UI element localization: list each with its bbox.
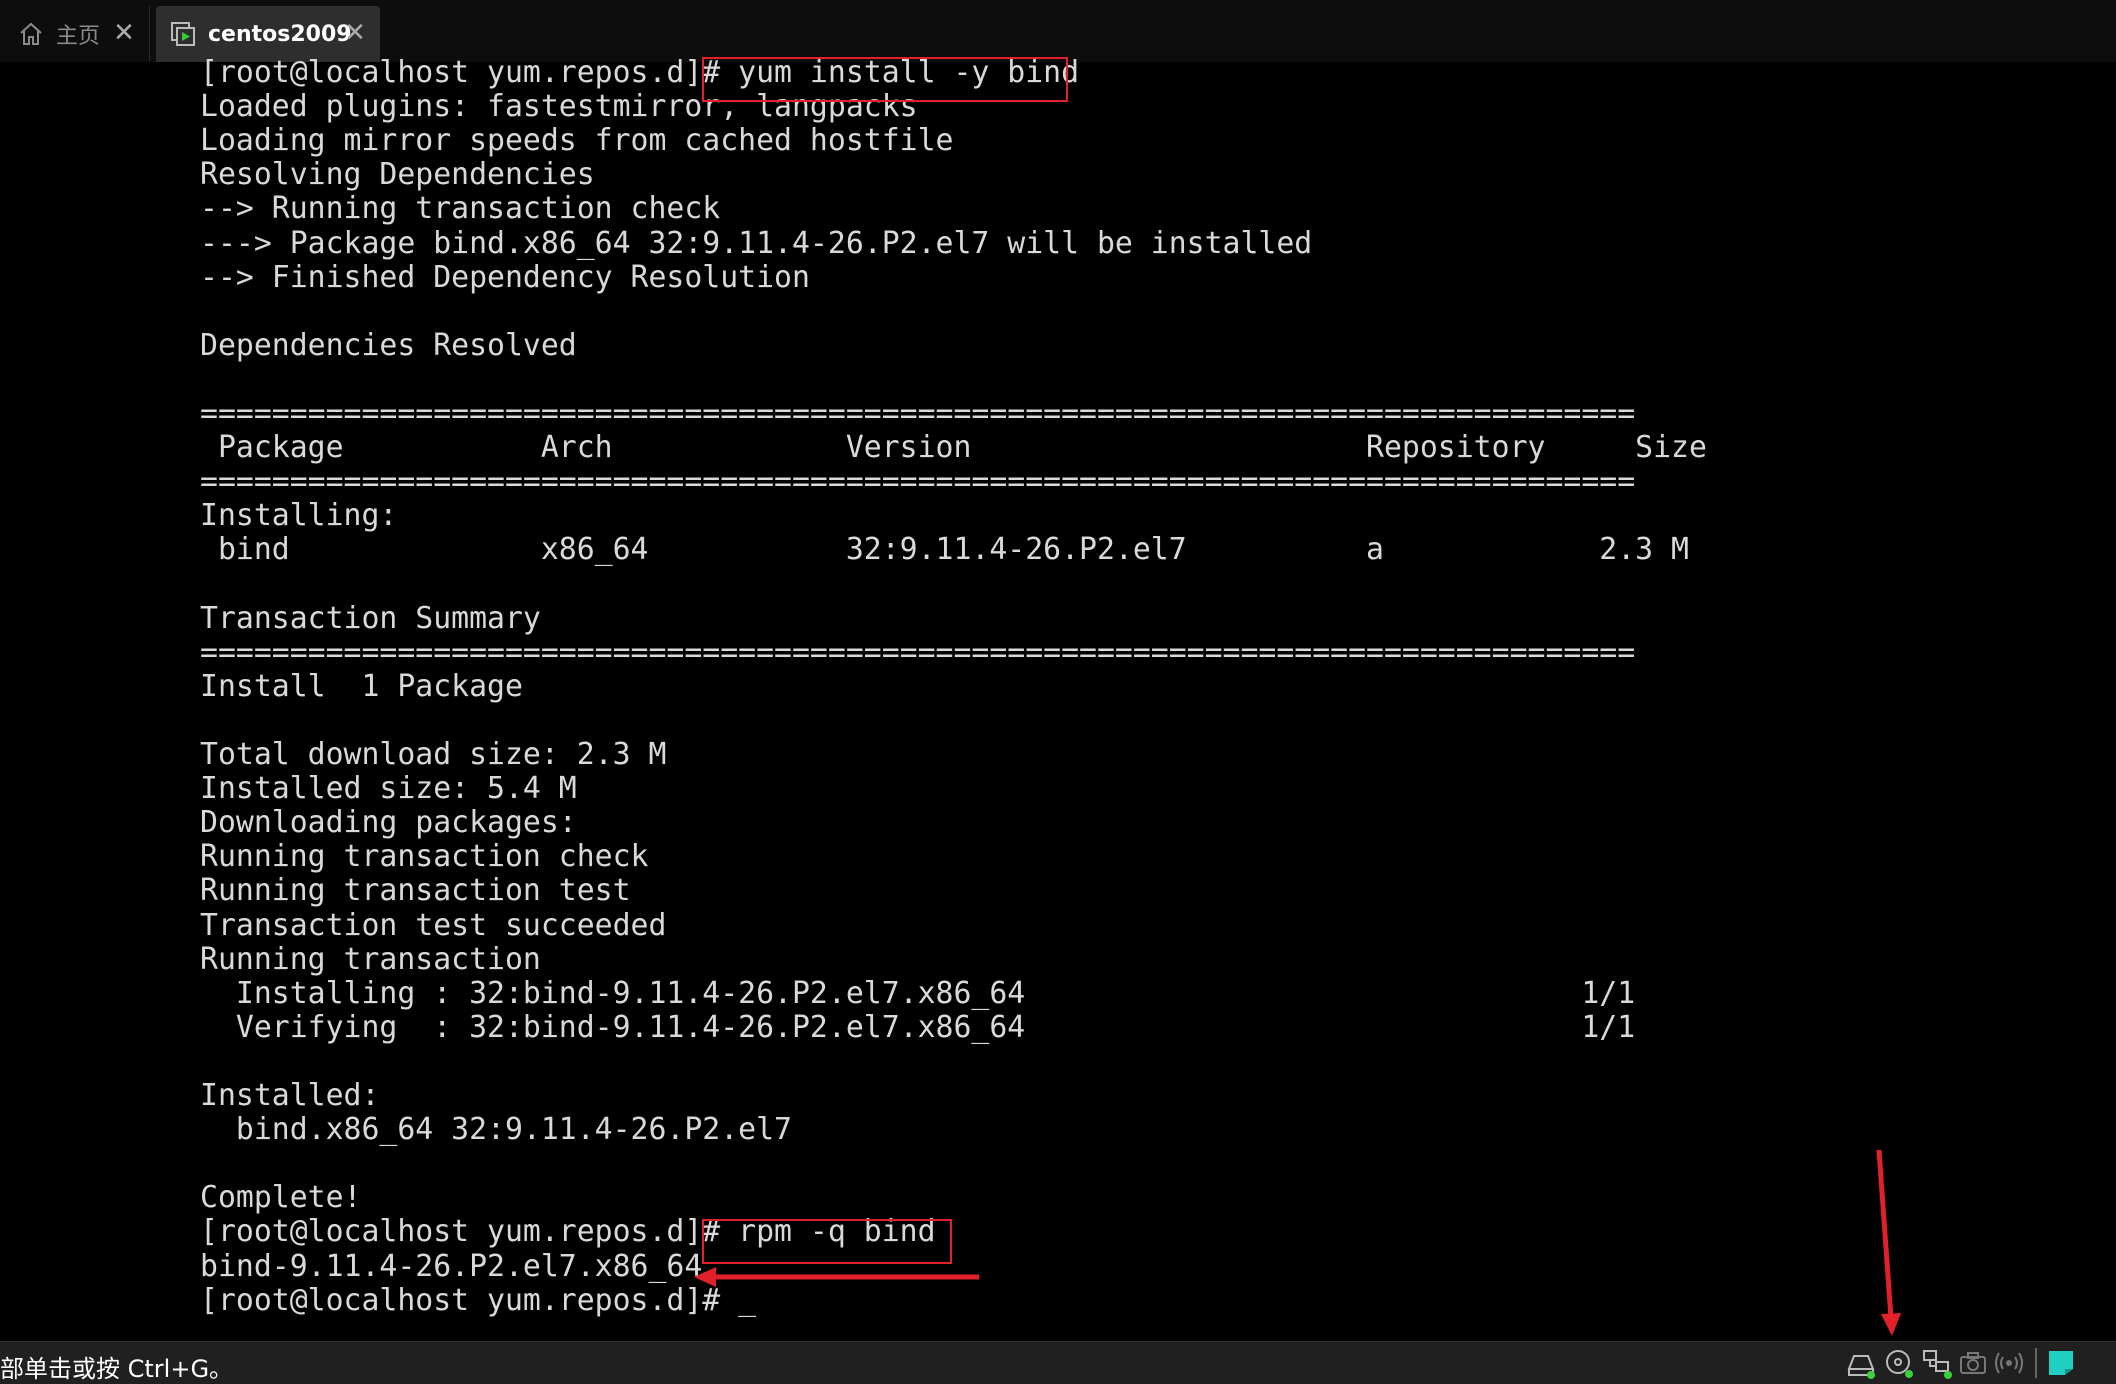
status-separator (2035, 1348, 2037, 1378)
tab-bar: 主页 ✕ centos2009 ✕ (0, 0, 2116, 62)
terminal-line: ========================================… (200, 464, 1636, 500)
tab-centos2009-label: centos2009 (208, 21, 352, 47)
terminal-line: Complete! (200, 1180, 362, 1216)
terminal-line: Downloading packages: (200, 805, 577, 841)
terminal-line: Installed size: 5.4 M (200, 771, 577, 807)
terminal-line: Installing: (200, 498, 398, 534)
terminal-line: --> Finished Dependency Resolution (200, 259, 810, 295)
terminal-line: --> Running transaction check (200, 191, 721, 227)
terminal-line: Install 1 Package (200, 668, 523, 704)
terminal-line: bind.x86_64 32:9.11.4-26.P2.el7 (200, 1112, 792, 1148)
tab-centos2009-close-icon[interactable]: ✕ (340, 18, 370, 48)
message-icon[interactable] (2045, 1347, 2077, 1379)
hard-disk-icon[interactable] (1845, 1347, 1877, 1379)
vm-icon (168, 19, 198, 49)
tab-home-label: 主页 (56, 24, 101, 49)
terminal-line: ---> Package bind.x86_64 32:9.11.4-26.P2… (200, 225, 1313, 261)
terminal-line: Verifying : 32:bind-9.11.4-26.P2.el7.x86… (200, 1009, 1636, 1045)
terminal-line: Installing : 32:bind-9.11.4-26.P2.el7.x8… (200, 975, 1636, 1011)
cd-drive-icon[interactable] (1883, 1347, 1915, 1379)
terminal-line: Package Arch Version Repository Size (200, 430, 1707, 466)
sound-icon[interactable] (1993, 1347, 2025, 1379)
tab-centos2009[interactable]: centos2009 ✕ (156, 6, 380, 62)
terminal-line: Installed: (200, 1078, 380, 1113)
highlight-box-yum-command (702, 57, 1068, 102)
terminal-line: Transaction test succeeded (200, 907, 667, 943)
terminal-line: Loading mirror speeds from cached hostfi… (200, 123, 954, 159)
terminal-line: ========================================… (200, 396, 1636, 431)
vm-console[interactable]: [root@localhost yum.repos.d]# yum instal… (0, 56, 2116, 1341)
terminal-line: Total download size: 2.3 M (200, 737, 667, 772)
terminal-line: bind x86_64 32:9.11.4-26.P2.el7 a 2.3 M (200, 532, 1689, 568)
terminal-line: ========================================… (200, 634, 1636, 670)
status-hint-text: 部单击或按 Ctrl+G。 (0, 1355, 234, 1383)
terminal-line: bind-9.11.4-26.P2.el7.x86_64 (200, 1248, 703, 1284)
tab-home[interactable]: 主页 ✕ (4, 6, 150, 62)
terminal-line: Running transaction test (200, 873, 631, 909)
terminal-line: Dependencies Resolved (200, 327, 577, 363)
highlight-box-rpm-command (702, 1219, 952, 1264)
status-bar: 部单击或按 Ctrl+G。 (0, 1341, 2116, 1384)
home-icon (16, 19, 46, 49)
tab-home-close-icon[interactable]: ✕ (109, 18, 139, 48)
terminal-line: Running transaction (200, 941, 541, 977)
terminal-line: Resolving Dependencies (200, 157, 595, 193)
terminal-line: [root@localhost yum.repos.d]# _ (200, 1282, 757, 1318)
network-adapter-icon[interactable] (1921, 1347, 1953, 1379)
camera-icon[interactable] (1957, 1347, 1989, 1379)
terminal-line: Transaction Summary (200, 600, 541, 636)
terminal-line: Running transaction check (200, 839, 649, 875)
